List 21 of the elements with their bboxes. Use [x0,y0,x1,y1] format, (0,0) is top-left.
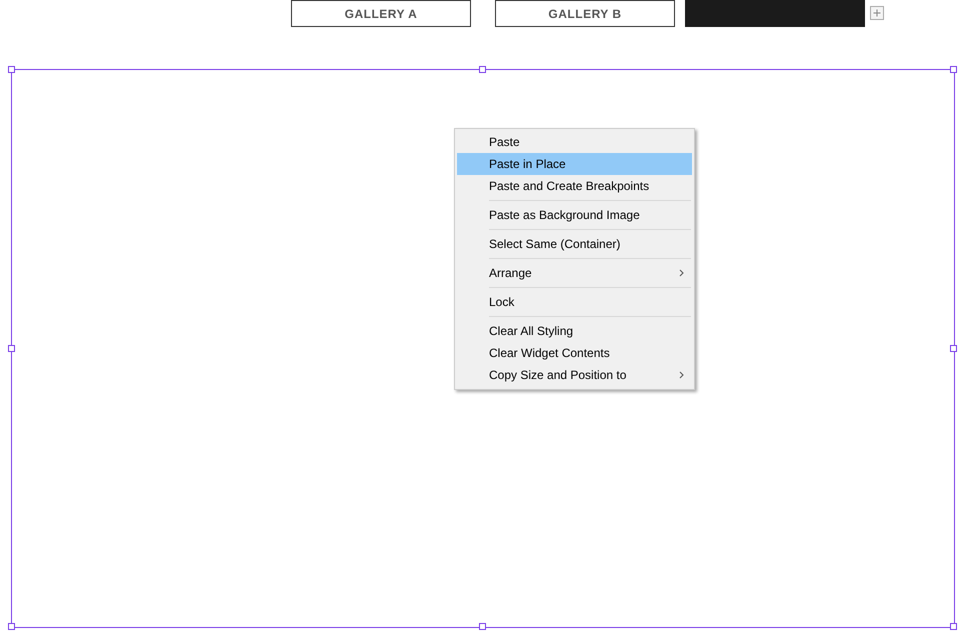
menu-item[interactable]: Paste as Background Image [457,204,692,226]
menu-item[interactable]: Paste and Create Breakpoints [457,175,692,197]
menu-item[interactable]: Copy Size and Position to [457,364,692,386]
resize-handle[interactable] [479,623,486,630]
resize-handle[interactable] [950,623,957,630]
resize-handle[interactable] [8,344,15,352]
menu-item[interactable]: Arrange [457,262,692,284]
menu-item[interactable]: Select Same (Container) [457,233,692,255]
gallery-tab[interactable]: GALLERY A [291,0,471,27]
menu-item[interactable]: Paste [457,131,692,153]
menu-item[interactable]: Clear Widget Contents [457,342,692,364]
menu-item[interactable]: Paste in Place [457,153,692,175]
resize-handle[interactable] [950,66,957,73]
resize-handle[interactable] [950,344,957,352]
gallery-tab[interactable]: GALLERY B [495,0,675,27]
resize-handle[interactable] [8,623,15,630]
menu-item[interactable]: Clear All Styling [457,320,692,342]
add-icon[interactable] [870,6,884,20]
resize-handle[interactable] [8,66,15,73]
resize-handle[interactable] [479,66,486,73]
menu-item[interactable]: Lock [457,291,692,313]
